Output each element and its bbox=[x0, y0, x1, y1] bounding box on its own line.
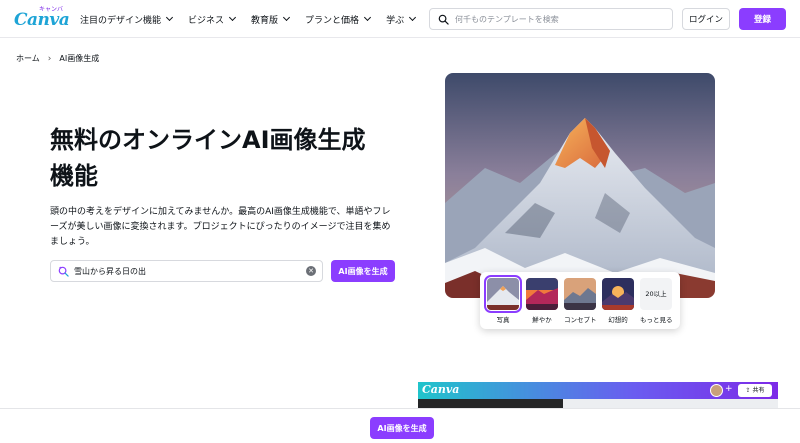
page-title-line-1: 無料のオンラインAI画像生成 bbox=[50, 126, 366, 154]
editor-logo: Canva bbox=[422, 383, 460, 396]
breadcrumb-current: AI画像生成 bbox=[59, 54, 100, 63]
magic-search-icon bbox=[58, 265, 69, 277]
sticky-generate-button[interactable]: AI画像を生成 bbox=[370, 417, 434, 439]
logo-wordmark: Canva bbox=[14, 10, 70, 30]
mountain-illustration bbox=[445, 73, 715, 298]
editor-share-button: ⇪ 共有 bbox=[738, 384, 772, 397]
top-header: キャンバ Canva 注目のデザイン機能 ビジネス 教育版 プランと価格 学ぶ bbox=[0, 0, 800, 38]
search-input[interactable] bbox=[455, 14, 665, 24]
nav-item-featured[interactable]: 注目のデザイン機能 bbox=[80, 13, 174, 26]
nav-item-label: プランと価格 bbox=[305, 15, 360, 26]
breadcrumb: ホーム › AI画像生成 bbox=[16, 53, 99, 64]
nav-item-business[interactable]: ビジネス bbox=[188, 13, 237, 26]
style-thumb-concept bbox=[564, 278, 596, 310]
nav-item-learn[interactable]: 学ぶ bbox=[386, 13, 417, 26]
signup-button[interactable]: 登録 bbox=[739, 8, 786, 30]
chevron-down-icon bbox=[409, 13, 417, 22]
style-label: 幻想的 bbox=[608, 316, 628, 324]
nav-item-education[interactable]: 教育版 bbox=[251, 13, 291, 26]
breadcrumb-home-link[interactable]: ホーム bbox=[16, 53, 40, 64]
nav-item-label: ビジネス bbox=[188, 15, 225, 26]
chevron-down-icon bbox=[165, 13, 174, 22]
style-option-photo[interactable]: 写真 bbox=[484, 275, 522, 324]
style-label: 鮮やか bbox=[532, 316, 552, 324]
chevron-down-icon bbox=[283, 13, 291, 22]
template-search[interactable] bbox=[429, 8, 673, 30]
nav-item-label: 注目のデザイン機能 bbox=[80, 15, 162, 26]
prompt-input[interactable] bbox=[74, 266, 299, 276]
login-button[interactable]: ログイン bbox=[682, 8, 730, 30]
chevron-down-icon bbox=[364, 13, 372, 22]
style-thumb-fantasy bbox=[602, 278, 634, 310]
main-nav: 注目のデザイン機能 ビジネス 教育版 プランと価格 学ぶ bbox=[80, 0, 431, 38]
style-thumb-vivid bbox=[526, 278, 558, 310]
search-icon bbox=[438, 14, 449, 25]
style-more-count: 20以上 bbox=[640, 278, 672, 310]
canva-logo[interactable]: キャンバ Canva bbox=[14, 4, 72, 32]
nav-item-label: 学ぶ bbox=[386, 15, 405, 26]
nav-item-pricing[interactable]: プランと価格 bbox=[305, 13, 372, 26]
style-option-more[interactable]: 20以上 もっと見る bbox=[640, 278, 673, 324]
editor-share-label: 共有 bbox=[752, 387, 765, 394]
prompt-field[interactable]: ✕ bbox=[50, 260, 323, 282]
style-label: 写真 bbox=[496, 316, 510, 324]
style-option-concept[interactable]: コンセプト bbox=[564, 278, 597, 324]
share-icon: ⇪ bbox=[745, 387, 751, 394]
style-thumb-photo bbox=[484, 275, 522, 313]
hero-description: 頭の中の考えをデザインに加えてみませんか。最高のAI画像生成機能で、単語やフレー… bbox=[50, 207, 391, 247]
style-label: コンセプト bbox=[564, 316, 597, 324]
breadcrumb-separator: › bbox=[47, 53, 52, 64]
avatar bbox=[710, 384, 723, 397]
style-picker: 写真 鮮やか コンセプト 幻想的 20以上 もっと見る bbox=[480, 272, 680, 329]
style-label: もっと見る bbox=[640, 316, 673, 324]
nav-item-label: 教育版 bbox=[251, 15, 279, 26]
style-option-vivid[interactable]: 鮮やか bbox=[526, 278, 558, 324]
generated-image-preview bbox=[445, 73, 715, 298]
chevron-down-icon bbox=[228, 13, 237, 22]
editor-topbar: Canva + ⇪ 共有 bbox=[418, 382, 778, 399]
style-option-fantasy[interactable]: 幻想的 bbox=[602, 278, 634, 324]
sticky-cta-bar: AI画像を生成 bbox=[0, 408, 800, 443]
generate-image-button[interactable]: AI画像を生成 bbox=[331, 260, 395, 282]
clear-icon[interactable]: ✕ bbox=[306, 266, 316, 276]
plus-icon: + bbox=[725, 384, 733, 394]
page-title: 無料のオンラインAI画像生成 機能 bbox=[50, 122, 410, 194]
page-title-line-2: 機能 bbox=[50, 162, 98, 190]
